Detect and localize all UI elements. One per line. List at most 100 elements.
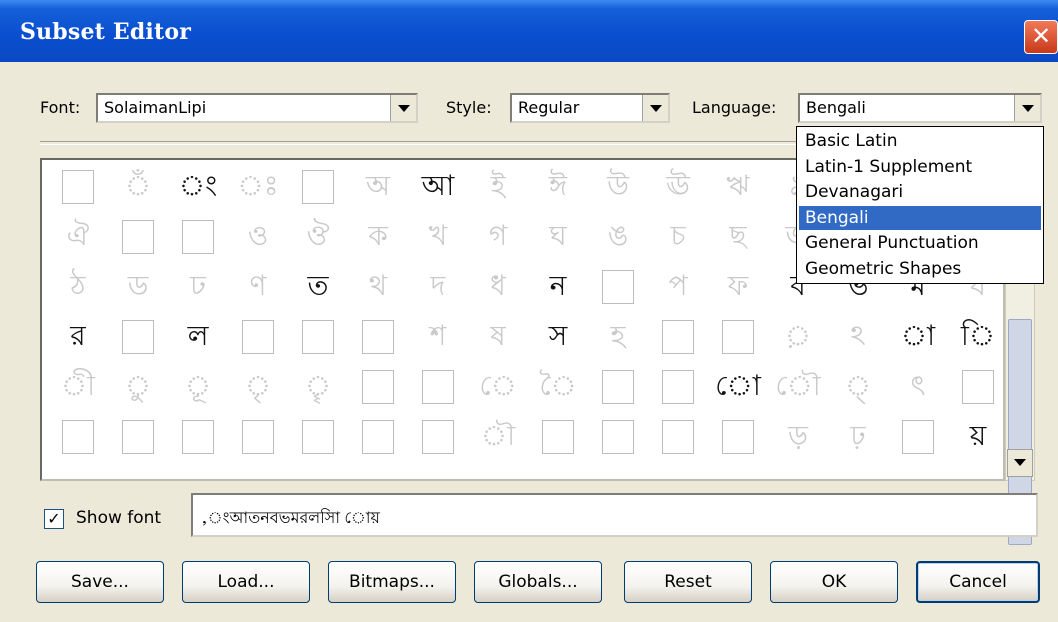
glyph-cell[interactable]: ঊ xyxy=(648,162,708,212)
glyph-cell[interactable]: ক xyxy=(348,212,408,262)
glyph-cell[interactable]: দ xyxy=(408,262,468,312)
glyph-cell[interactable]: খ xyxy=(408,212,468,262)
show-font-label[interactable]: Show font xyxy=(76,508,161,528)
close-button[interactable]: ✕ xyxy=(1024,20,1058,54)
language-option[interactable]: Latin-1 Supplement xyxy=(799,155,1041,179)
glyph-cell[interactable]: ূ xyxy=(168,362,228,412)
glyph-cell[interactable]: ঢ় xyxy=(828,412,888,462)
glyph-cell[interactable]: থ xyxy=(348,262,408,312)
glyph-cell[interactable] xyxy=(648,312,708,362)
glyph-cell[interactable]: র xyxy=(48,312,108,362)
glyph-cell[interactable]: ষ xyxy=(468,312,528,362)
glyph-cell[interactable] xyxy=(588,262,648,312)
glyph-cell[interactable]: য় xyxy=(948,412,1003,462)
glyph-cell[interactable]: ৌ xyxy=(768,362,828,412)
glyph-cell[interactable]: ত xyxy=(288,262,348,312)
glyph-cell[interactable]: অ xyxy=(348,162,408,212)
load-button[interactable]: Load... xyxy=(182,561,310,603)
glyph-cell[interactable] xyxy=(288,312,348,362)
glyph-cell[interactable]: ঙ xyxy=(588,212,648,262)
glyph-cell[interactable]: ৎ xyxy=(888,362,948,412)
glyph-cell[interactable]: ো xyxy=(708,362,768,412)
glyph-cell[interactable]: ও xyxy=(228,212,288,262)
language-dropdown-list[interactable]: Basic Latin Latin-1 Supplement Devanagari B… xyxy=(796,126,1044,284)
glyph-cell[interactable]: ল xyxy=(168,312,228,362)
glyph-cell[interactable]: ী xyxy=(48,362,108,412)
glyph-cell[interactable] xyxy=(348,412,408,462)
glyph-cell[interactable] xyxy=(108,412,168,462)
glyph-cell[interactable] xyxy=(588,412,648,462)
glyph-cell[interactable] xyxy=(648,412,708,462)
glyph-cell[interactable]: ্ xyxy=(828,362,888,412)
glyph-cell[interactable] xyxy=(48,412,108,462)
glyph-cell[interactable] xyxy=(288,412,348,462)
glyph-cell[interactable]: শ xyxy=(408,312,468,362)
glyph-cell[interactable]: ঠ xyxy=(48,262,108,312)
glyph-cell[interactable]: স xyxy=(528,312,588,362)
glyph-cell[interactable]: ৗ xyxy=(468,412,528,462)
glyph-cell[interactable]: আ xyxy=(408,162,468,212)
glyph-cell[interactable] xyxy=(48,162,108,212)
glyph-cell[interactable] xyxy=(348,362,408,412)
language-option[interactable]: General Punctuation xyxy=(799,231,1041,255)
glyph-cell[interactable] xyxy=(108,312,168,362)
glyph-cell[interactable]: ৃ xyxy=(228,362,288,412)
save-button[interactable]: Save... xyxy=(36,561,164,603)
glyph-cell[interactable]: ন xyxy=(528,262,588,312)
glyph-cell[interactable] xyxy=(948,362,1003,412)
style-dropdown-button[interactable] xyxy=(642,95,668,121)
glyph-cell[interactable]: ণ xyxy=(228,262,288,312)
glyph-cell[interactable]: ঁ xyxy=(108,162,168,212)
glyph-cell[interactable]: ফ xyxy=(708,262,768,312)
glyph-cell[interactable]: ং xyxy=(168,162,228,212)
glyph-cell[interactable] xyxy=(168,212,228,262)
glyph-cell[interactable] xyxy=(108,212,168,262)
glyph-cell[interactable] xyxy=(588,362,648,412)
glyph-cell[interactable]: প xyxy=(648,262,708,312)
glyph-cell[interactable]: ় xyxy=(768,312,828,362)
glyph-cell[interactable]: ৄ xyxy=(288,362,348,412)
glyph-cell[interactable] xyxy=(168,412,228,462)
language-option[interactable]: Geometric Shapes xyxy=(799,257,1041,281)
scroll-down-button[interactable] xyxy=(1007,449,1033,477)
glyph-cell[interactable]: গ xyxy=(468,212,528,262)
glyph-cell[interactable] xyxy=(708,412,768,462)
font-preview-field[interactable]: ,ংআতনবভমরলসাি োয় xyxy=(191,493,1038,537)
glyph-cell[interactable]: ঢ xyxy=(168,262,228,312)
ok-button[interactable]: OK xyxy=(770,561,898,603)
glyph-cell[interactable]: ধ xyxy=(468,262,528,312)
glyph-cell[interactable] xyxy=(288,162,348,212)
language-select[interactable]: Bengali xyxy=(798,93,1042,123)
glyph-cell[interactable] xyxy=(528,412,588,462)
glyph-cell[interactable]: ঐ xyxy=(48,212,108,262)
language-dropdown-button[interactable] xyxy=(1014,95,1040,121)
glyph-cell[interactable]: ৈ xyxy=(528,362,588,412)
language-option[interactable]: Devanagari xyxy=(799,180,1041,204)
glyph-cell[interactable]: ছ xyxy=(708,212,768,262)
show-font-checkbox[interactable]: ✓ xyxy=(44,509,64,529)
glyph-cell[interactable]: ঽ xyxy=(828,312,888,362)
language-option[interactable]: Basic Latin xyxy=(799,129,1041,153)
glyph-cell[interactable]: ু xyxy=(108,362,168,412)
globals-button[interactable]: Globals... xyxy=(474,561,602,603)
glyph-cell[interactable]: ড় xyxy=(768,412,828,462)
glyph-cell[interactable]: উ xyxy=(588,162,648,212)
glyph-cell[interactable] xyxy=(648,362,708,412)
glyph-cell[interactable]: ঈ xyxy=(528,162,588,212)
glyph-cell[interactable]: ঘ xyxy=(528,212,588,262)
glyph-cell[interactable]: ঔ xyxy=(288,212,348,262)
cancel-button[interactable]: Cancel xyxy=(916,561,1040,603)
glyph-cell[interactable]: া xyxy=(888,312,948,362)
glyph-cell[interactable]: ই xyxy=(468,162,528,212)
font-select[interactable]: SolaimanLipi xyxy=(96,93,418,123)
glyph-cell[interactable]: চ xyxy=(648,212,708,262)
style-select[interactable]: Regular xyxy=(510,93,670,123)
glyph-cell[interactable]: ঃ xyxy=(228,162,288,212)
glyph-cell[interactable] xyxy=(708,312,768,362)
bitmaps-button[interactable]: Bitmaps... xyxy=(328,561,456,603)
glyph-cell[interactable] xyxy=(228,412,288,462)
glyph-cell[interactable]: ি xyxy=(948,312,1003,362)
glyph-cell[interactable] xyxy=(228,312,288,362)
glyph-cell[interactable] xyxy=(348,312,408,362)
reset-button[interactable]: Reset xyxy=(624,561,752,603)
